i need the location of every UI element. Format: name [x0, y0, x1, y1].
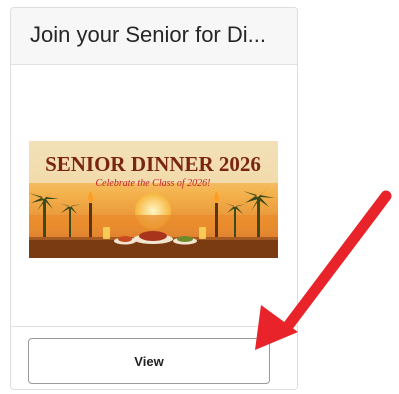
card-title: Join your Senior for Di...	[30, 22, 266, 47]
card-header: Join your Senior for Di...	[11, 8, 297, 65]
senior-dinner-banner-image: SENIOR DINNER 2026 Celebrate the Class o…	[29, 141, 278, 258]
view-button[interactable]: View	[28, 338, 270, 384]
event-card: Join your Senior for Di... SENIOR DINNER…	[10, 7, 298, 390]
banner-headline: SENIOR DINNER 2026	[45, 152, 261, 176]
banner-tagline: Celebrate the Class of 2026!	[96, 178, 211, 189]
card-footer: View	[11, 326, 297, 389]
